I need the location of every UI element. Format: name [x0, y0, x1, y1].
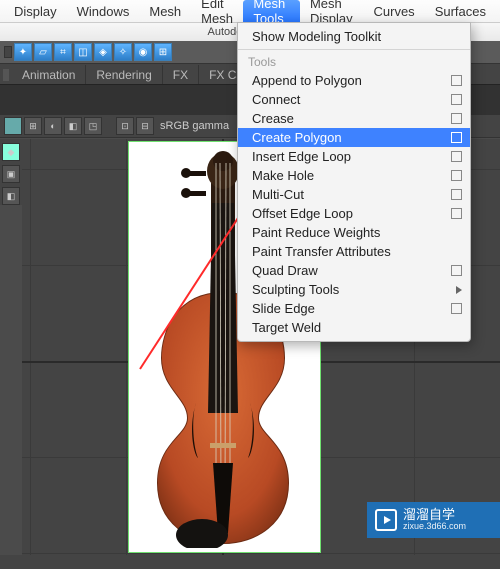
menu-item-label: Connect: [252, 92, 300, 107]
shelf-btn-1[interactable]: ✦: [14, 43, 32, 61]
side-icon-3[interactable]: ◧: [2, 187, 20, 205]
option-box-icon[interactable]: [451, 303, 462, 314]
menu-mesh-tools[interactable]: Mesh Tools: [243, 0, 300, 22]
shelf-btn-5[interactable]: ◈: [94, 43, 112, 61]
menu-item-multi-cut[interactable]: Multi-Cut: [238, 185, 470, 204]
hud-icon-4[interactable]: ◧: [64, 117, 82, 135]
shelf-btn-2[interactable]: ▱: [34, 43, 52, 61]
mesh-tools-dropdown: Show Modeling Toolkit Tools Append to Po…: [237, 22, 471, 342]
shelf-btn-3[interactable]: ⌗: [54, 43, 72, 61]
hud-icon-2[interactable]: ⊞: [24, 117, 42, 135]
option-box-icon[interactable]: [451, 170, 462, 181]
hud-icon-3[interactable]: ◐: [44, 117, 62, 135]
submenu-arrow-icon: [456, 286, 462, 294]
option-box-icon[interactable]: [451, 94, 462, 105]
tab-animation[interactable]: Animation: [12, 65, 86, 85]
menu-item-create-polygon[interactable]: Create Polygon: [238, 128, 470, 147]
hud-icon-6[interactable]: ⊡: [116, 117, 134, 135]
option-box-icon[interactable]: [451, 189, 462, 200]
menu-item-paint-transfer-attributes[interactable]: Paint Transfer Attributes: [238, 242, 470, 261]
menu-item-append-to-polygon[interactable]: Append to Polygon: [238, 71, 470, 90]
option-box-icon[interactable]: [451, 265, 462, 276]
hud-icon-5[interactable]: ◳: [84, 117, 102, 135]
menu-item-label: Multi-Cut: [252, 187, 304, 202]
tab-fx[interactable]: FX: [163, 65, 199, 85]
menu-item-show-modeling-toolkit[interactable]: Show Modeling Toolkit: [238, 27, 470, 46]
menu-surfaces[interactable]: Surfaces: [425, 0, 496, 22]
menu-display[interactable]: Display: [4, 0, 67, 22]
menubar: Display Windows Mesh Edit Mesh Mesh Tool…: [0, 0, 500, 23]
menu-item-connect[interactable]: Connect: [238, 90, 470, 109]
shelf-btn-7[interactable]: ◉: [134, 43, 152, 61]
shelf-grip-icon: [4, 46, 12, 58]
menu-item-slide-edge[interactable]: Slide Edge: [238, 299, 470, 318]
menu-separator: [238, 49, 470, 50]
menu-item-label: Make Hole: [252, 168, 314, 183]
watermark-brand: 溜溜自学: [403, 508, 466, 522]
tab-rendering[interactable]: Rendering: [86, 65, 162, 85]
menu-item-label: Show Modeling Toolkit: [252, 29, 381, 44]
hud-icon-7[interactable]: ⊟: [136, 117, 154, 135]
menu-section-header: Tools: [238, 53, 470, 71]
menu-item-make-hole[interactable]: Make Hole: [238, 166, 470, 185]
menu-item-label: Quad Draw: [252, 263, 318, 278]
menu-item-paint-reduce-weights[interactable]: Paint Reduce Weights: [238, 223, 470, 242]
side-icon-1[interactable]: ◆: [2, 143, 20, 161]
shelf-btn-6[interactable]: ✧: [114, 43, 132, 61]
menu-mesh-display[interactable]: Mesh Display: [300, 0, 364, 22]
tabs-grip-icon: [3, 69, 9, 81]
option-box-icon[interactable]: [451, 151, 462, 162]
menu-item-insert-edge-loop[interactable]: Insert Edge Loop: [238, 147, 470, 166]
menu-item-label: Paint Transfer Attributes: [252, 244, 391, 259]
menu-item-label: Slide Edge: [252, 301, 315, 316]
menu-item-sculpting-tools[interactable]: Sculpting Tools: [238, 280, 470, 299]
watermark-url: zixue.3d66.com: [403, 522, 466, 532]
shelf-btn-8[interactable]: ⊞: [154, 43, 172, 61]
menu-item-label: Target Weld: [252, 320, 321, 335]
hud-icon-1[interactable]: [4, 117, 22, 135]
menu-edit-mesh[interactable]: Edit Mesh: [191, 0, 243, 22]
menu-windows[interactable]: Windows: [67, 0, 140, 22]
menu-item-label: Offset Edge Loop: [252, 206, 353, 221]
watermark: 溜溜自学 zixue.3d66.com: [367, 502, 500, 538]
menu-curves[interactable]: Curves: [364, 0, 425, 22]
menu-item-target-weld[interactable]: Target Weld: [238, 318, 470, 337]
menu-item-label: Sculpting Tools: [252, 282, 339, 297]
menu-item-label: Insert Edge Loop: [252, 149, 351, 164]
option-box-icon[interactable]: [451, 208, 462, 219]
play-icon: [375, 509, 397, 531]
hud-colorspace-label: sRGB gamma: [156, 120, 233, 132]
shelf-btn-4[interactable]: ◫: [74, 43, 92, 61]
option-box-icon[interactable]: [451, 113, 462, 124]
menu-item-label: Append to Polygon: [252, 73, 362, 88]
side-icon-2[interactable]: ▣: [2, 165, 20, 183]
menu-item-quad-draw[interactable]: Quad Draw: [238, 261, 470, 280]
menu-item-label: Create Polygon: [252, 130, 342, 145]
menu-item-label: Paint Reduce Weights: [252, 225, 380, 240]
menu-item-offset-edge-loop[interactable]: Offset Edge Loop: [238, 204, 470, 223]
menu-mesh[interactable]: Mesh: [139, 0, 191, 22]
menu-item-crease[interactable]: Crease: [238, 109, 470, 128]
watermark-text: 溜溜自学 zixue.3d66.com: [403, 508, 466, 532]
menu-item-label: Crease: [252, 111, 294, 126]
viewport-sidebar: ◆ ▣ ◧: [0, 139, 22, 205]
option-box-icon[interactable]: [451, 75, 462, 86]
option-box-icon[interactable]: [451, 132, 462, 143]
